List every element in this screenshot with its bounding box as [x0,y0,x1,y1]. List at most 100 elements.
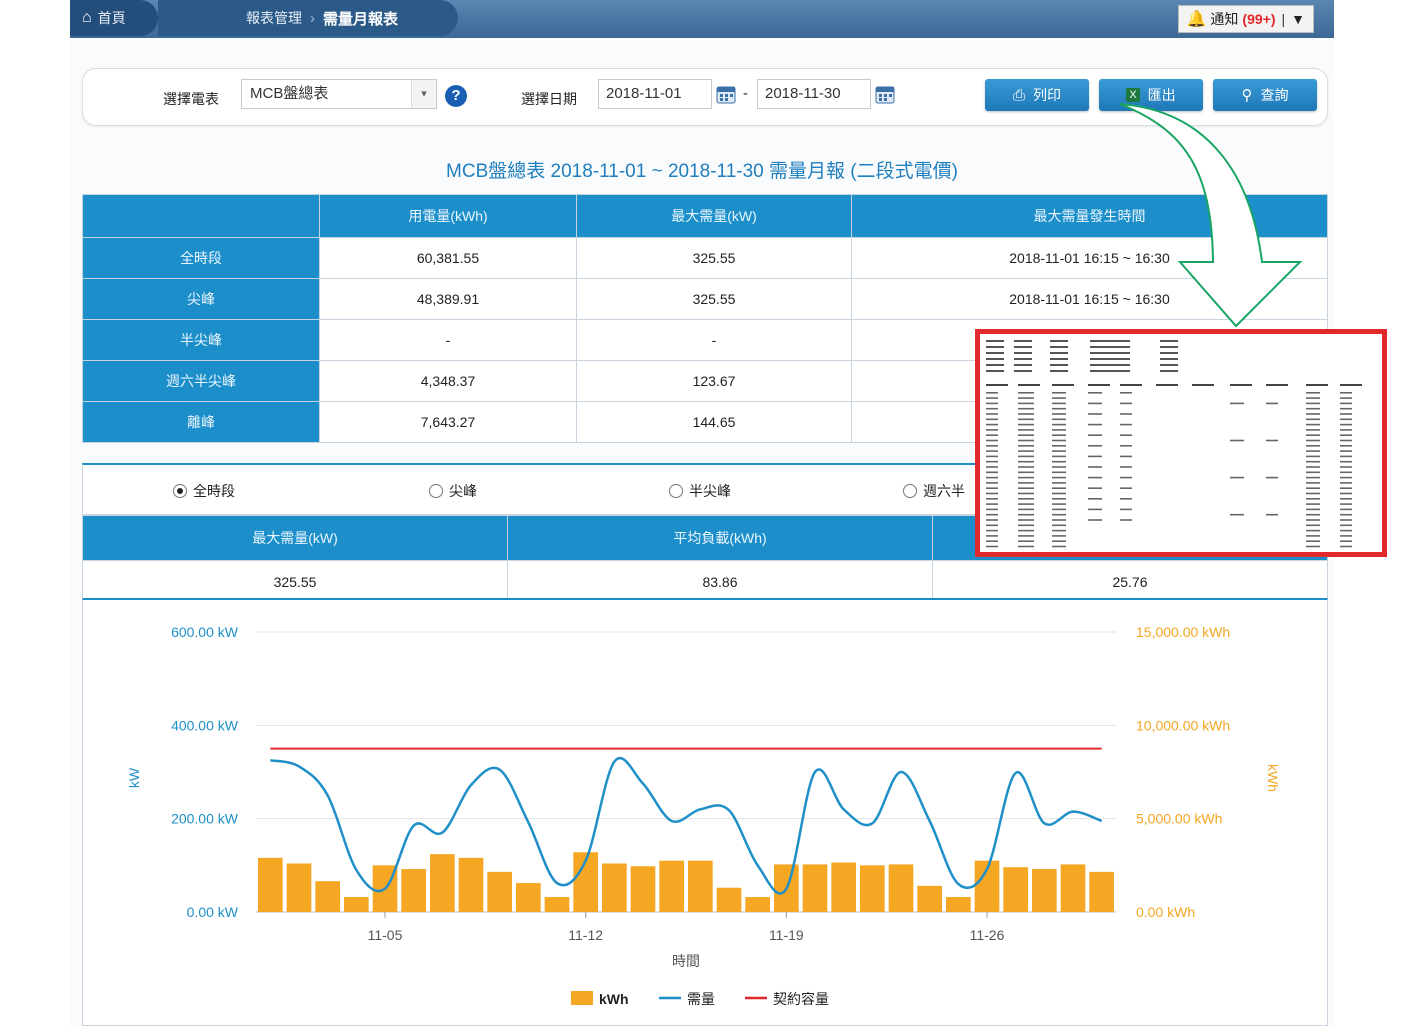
radio-button[interactable] [903,484,917,498]
radio-button[interactable] [429,484,443,498]
sheet-cell [1230,384,1252,386]
breadcrumb-section[interactable]: 報表管理 [246,8,302,28]
sheet-cell [986,418,998,421]
sheet-cell [1306,429,1320,431]
calendar-icon[interactable] [874,83,896,105]
sheet-cell [986,524,998,527]
sheet-cell [1306,434,1320,436]
sheet-cell [1050,346,1068,348]
right-axis-title: kWh [1265,764,1281,792]
export-button[interactable]: X 匯出 [1099,79,1203,111]
notification-label: 通知 [1210,11,1239,27]
sheet-cell [986,476,998,479]
cell-kwh: 60,381.55 [319,237,577,279]
breadcrumb-page: 需量月報表 [323,10,399,28]
bar-kwh [888,864,914,912]
sheet-cell [1052,487,1066,489]
radio-label: 週六半 [923,483,965,499]
sheet-cell [1120,413,1132,415]
sheet-cell [986,384,1008,386]
sheet-cell [1120,455,1132,458]
sheet-cell [1306,455,1320,458]
sheet-cell [986,482,998,484]
x-tick-label: 11-05 [368,927,403,943]
sheet-cell [1018,508,1034,511]
summary-header-row: 用電量(kWh) 最大需量(kW) 最大需量發生時間 [82,194,1328,238]
bar-kwh [430,854,455,912]
sheet-cell [1050,370,1068,372]
sheet-cell [1306,524,1320,527]
meter-select[interactable]: MCB盤總表 ▾ [241,79,437,109]
sheet-cell [1306,397,1320,399]
bar-kwh [258,857,283,912]
query-button[interactable]: ⚲ 查詢 [1213,79,1317,111]
sheet-cell [986,498,998,500]
cell-kw: 144.65 [576,401,852,443]
sheet-cell [1306,407,1320,410]
sheet-cell [1160,340,1178,342]
sheet-cell [986,413,998,415]
legend-demand-label: 需量 [687,991,715,1007]
radio-button[interactable] [173,484,187,498]
cell-kw: 325.55 [576,278,852,320]
radio-button[interactable] [669,484,683,498]
sheet-cell [1266,384,1288,386]
breadcrumb-home[interactable]: ⌂ 首頁 [70,0,158,36]
sheet-cell [1306,460,1320,463]
date-to-input[interactable]: 2018-11-30 [757,79,871,109]
sheet-cell [1306,482,1320,484]
demand-chart-panel: 0.00 kW 0.00 kWh 200.00 kW 5,000.00 kWh 400.… [82,598,1328,1026]
radio-peak[interactable]: 尖峰 [429,481,477,501]
print-button[interactable]: ⎙ 列印 [985,79,1089,111]
exported-spreadsheet-preview [975,329,1387,557]
sheet-cell [1120,384,1142,386]
sheet-cell [1340,513,1352,516]
demand-chart: 0.00 kW 0.00 kWh 200.00 kW 5,000.00 kWh 400.… [126,624,1281,1007]
bar-kwh [917,885,942,912]
search-icon: ⚲ [1241,87,1253,104]
bar-kwh [602,863,627,912]
sheet-cell [1018,429,1034,431]
chevron-down-icon[interactable]: ▾ [411,80,436,108]
sheet-cell [1306,498,1320,500]
sheet-cell [1018,466,1034,468]
bar-kwh [544,897,570,912]
sheet-cell [1120,519,1132,521]
sheet-cell [1050,358,1068,360]
sheet-cell [1306,513,1320,516]
bar-kwh [487,871,512,912]
cell-kwh: 7,643.27 [319,401,577,443]
sheet-cell [1306,450,1320,452]
sheet-cell [1340,540,1352,542]
sheet-cell [1120,466,1132,468]
sheet-cell [986,370,1004,372]
radio-half-peak[interactable]: 半尖峰 [669,481,731,501]
calendar-icon[interactable] [715,83,737,105]
sheet-cell [1340,498,1352,500]
sheet-cell [1050,352,1068,354]
sheet-cell [1340,429,1352,431]
date-from-input[interactable]: 2018-11-01 [598,79,712,109]
sheet-cell [1160,358,1178,360]
bar-kwh [860,865,885,912]
sheet-cell [1340,434,1352,436]
help-icon[interactable]: ? [445,85,467,107]
sheet-cell [1018,460,1034,463]
sheet-cell [986,529,998,532]
sheet-cell [1018,529,1034,532]
radio-saturday-half-peak[interactable]: 週六半 [903,481,965,501]
dropdown-icon[interactable]: ▼ [1291,11,1305,27]
sheet-cell [986,402,998,405]
notification-button[interactable]: 🔔 通知 (99+) | ▼ [1177,5,1314,33]
sheet-cell [1340,407,1352,410]
sheet-cell [1340,476,1352,479]
bar-kwh [286,863,312,912]
sheet-cell [1052,413,1066,415]
cell-kwh: 4,348.37 [319,360,577,402]
sheet-cell [1014,346,1032,348]
sheet-cell [1088,392,1102,394]
excel-icon: X [1126,88,1140,102]
radio-all-periods[interactable]: 全時段 [173,481,235,501]
meter-label: 選擇電表 [163,91,219,107]
sheet-cell [1052,466,1066,468]
